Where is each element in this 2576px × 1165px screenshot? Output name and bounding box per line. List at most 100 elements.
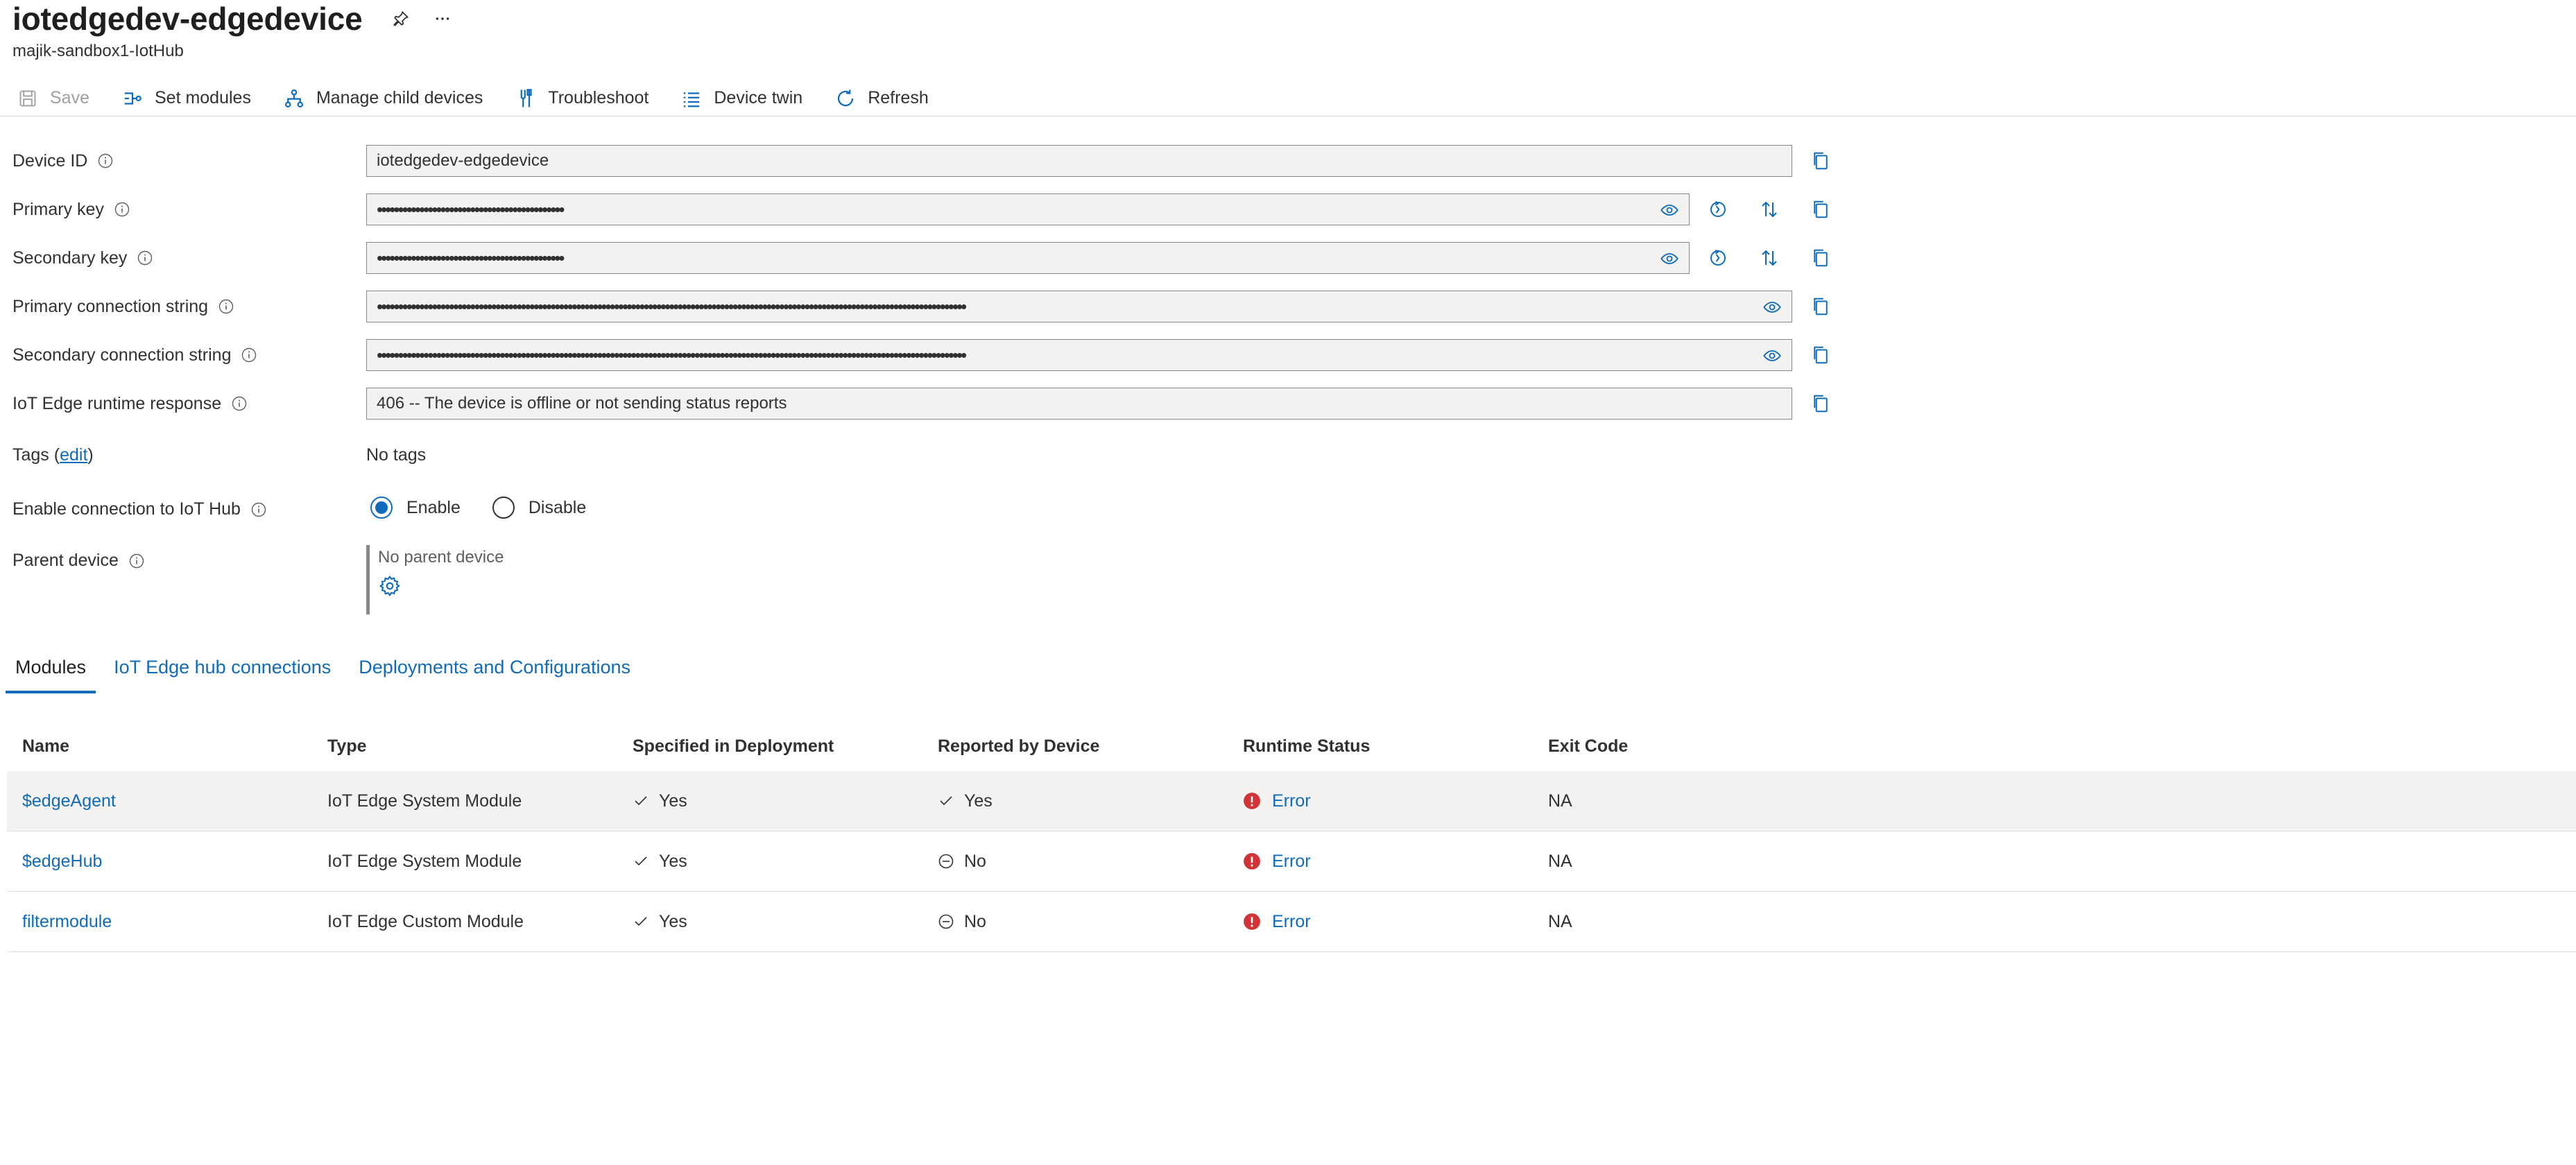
device-twin-label: Device twin [714, 88, 803, 107]
reported-cell: Yes [938, 791, 993, 811]
enable-connection-label: Enable connection to IoT Hub [12, 499, 267, 519]
info-icon[interactable] [231, 395, 248, 412]
device-twin-button[interactable]: Device twin [680, 83, 802, 114]
primary-key-field[interactable]: ••••••••••••••••••••••••••••••••••••••••… [366, 193, 1690, 225]
module-name-link[interactable]: $edgeAgent [22, 791, 116, 811]
edit-tags-link[interactable]: edit [60, 445, 87, 465]
col-specified-header: Specified in Deployment [633, 736, 834, 756]
troubleshoot-button[interactable]: Troubleshoot [515, 83, 649, 114]
tab-bar: Modules IoT Edge hub connections Deploym… [6, 644, 649, 693]
copy-icon[interactable] [1809, 295, 1832, 318]
secondary-connection-string-row: Secondary connection string ••••••••••••… [0, 338, 1873, 372]
enable-connection-row: Enable connection to IoT Hub Enable Disa… [0, 491, 1873, 524]
table-row[interactable]: $edgeHub IoT Edge System Module Yes No E… [7, 831, 2576, 892]
tab-iot-edge-hub-connections[interactable]: IoT Edge hub connections [104, 644, 341, 691]
no-icon [938, 913, 954, 930]
device-details-page: iotedgedev-edgedevice majik-sandbox1-Iot… [0, 0, 2576, 1165]
info-icon[interactable] [128, 553, 145, 569]
info-icon[interactable] [97, 153, 114, 169]
info-icon[interactable] [250, 501, 267, 518]
info-icon[interactable] [114, 201, 130, 218]
page-header: iotedgedev-edgedevice majik-sandbox1-Iot… [12, 0, 453, 61]
info-icon[interactable] [137, 250, 153, 266]
pin-icon[interactable] [390, 8, 411, 29]
module-type: IoT Edge Custom Module [327, 911, 524, 931]
status-cell: Error [1243, 791, 1311, 811]
copy-icon[interactable] [1809, 198, 1832, 221]
tags-value: No tags [366, 445, 427, 465]
disable-radio[interactable] [492, 497, 515, 519]
exit-code: NA [1548, 911, 1572, 931]
device-id-label: Device ID [12, 151, 114, 171]
refresh-button[interactable]: Refresh [834, 83, 929, 114]
module-name-link[interactable]: $edgeHub [22, 852, 102, 872]
troubleshoot-label: Troubleshoot [548, 88, 649, 107]
info-icon[interactable] [241, 347, 257, 363]
secondary-connection-string-field[interactable]: ••••••••••••••••••••••••••••••••••••••••… [366, 339, 1792, 371]
copy-icon[interactable] [1809, 392, 1832, 415]
modules-table: Name Type Specified in Deployment Report… [7, 721, 2576, 952]
device-id-field[interactable]: iotedgedev-edgedevice [366, 145, 1792, 177]
swap-icon[interactable] [1758, 198, 1781, 221]
eye-icon[interactable] [1660, 249, 1679, 268]
refresh-label: Refresh [868, 88, 929, 107]
set-modules-label: Set modules [154, 88, 251, 107]
status-link[interactable]: Error [1272, 791, 1311, 811]
copy-icon[interactable] [1809, 343, 1832, 367]
runtime-response-field[interactable]: 406 -- The device is offline or not send… [366, 388, 1792, 420]
disable-radio-label[interactable]: Disable [529, 498, 586, 518]
primary-connection-string-label: Primary connection string [12, 297, 234, 317]
table-header: Name Type Specified in Deployment Report… [7, 721, 2576, 771]
parent-device-row: Parent device No parent device [0, 545, 1873, 614]
tab-deployments-and-configurations[interactable]: Deployments and Configurations [349, 644, 640, 691]
more-icon[interactable] [432, 8, 453, 29]
exit-code: NA [1548, 791, 1572, 811]
parent-device-box: No parent device [366, 545, 504, 614]
status-link[interactable]: Error [1272, 912, 1311, 932]
col-type-header: Type [327, 736, 367, 756]
col-status-header: Runtime Status [1243, 736, 1371, 756]
command-bar: Save Set modules Manage child devices Tr… [0, 80, 2576, 116]
check-icon [633, 913, 649, 930]
copy-icon[interactable] [1809, 149, 1832, 173]
check-icon [633, 793, 649, 809]
status-link[interactable]: Error [1272, 852, 1311, 872]
specified-cell: Yes [633, 791, 687, 811]
error-icon [1243, 852, 1261, 870]
tab-modules[interactable]: Modules [6, 644, 96, 693]
info-icon[interactable] [218, 298, 234, 315]
set-modules-button[interactable]: Set modules [121, 83, 251, 114]
primary-connection-string-row: Primary connection string ••••••••••••••… [0, 290, 1873, 323]
regenerate-icon[interactable] [1706, 198, 1730, 221]
table-row[interactable]: filtermodule IoT Edge Custom Module Yes … [7, 892, 2576, 952]
reported-cell: No [938, 912, 986, 932]
manage-child-label: Manage child devices [316, 88, 483, 107]
no-icon [938, 853, 954, 870]
secondary-key-row: Secondary key ••••••••••••••••••••••••••… [0, 241, 1873, 275]
specified-cell: Yes [633, 852, 687, 872]
eye-icon[interactable] [1762, 297, 1782, 317]
check-icon [633, 853, 649, 870]
primary-key-row: Primary key ••••••••••••••••••••••••••••… [0, 193, 1873, 226]
eye-icon[interactable] [1660, 200, 1679, 220]
hierarchy-icon [283, 87, 305, 110]
save-button[interactable]: Save [17, 83, 89, 114]
primary-connection-string-field[interactable]: ••••••••••••••••••••••••••••••••••••••••… [366, 291, 1792, 322]
device-id-row: Device ID iotedgedev-edgedevice [0, 144, 1873, 178]
list-icon [680, 87, 703, 110]
eye-icon[interactable] [1762, 346, 1782, 365]
manage-child-devices-button[interactable]: Manage child devices [283, 83, 483, 114]
runtime-response-label: IoT Edge runtime response [12, 394, 248, 414]
save-label: Save [50, 88, 89, 107]
table-row[interactable]: $edgeAgent IoT Edge System Module Yes Ye… [7, 771, 2576, 831]
secondary-connection-string-label: Secondary connection string [12, 345, 257, 365]
regenerate-icon[interactable] [1706, 246, 1730, 270]
troubleshoot-icon [515, 87, 537, 110]
swap-icon[interactable] [1758, 246, 1781, 270]
module-name-link[interactable]: filtermodule [22, 912, 112, 932]
secondary-key-field[interactable]: ••••••••••••••••••••••••••••••••••••••••… [366, 242, 1690, 274]
enable-radio[interactable] [370, 497, 393, 519]
gear-icon[interactable] [378, 574, 402, 598]
enable-radio-label[interactable]: Enable [406, 498, 461, 518]
copy-icon[interactable] [1809, 246, 1832, 270]
